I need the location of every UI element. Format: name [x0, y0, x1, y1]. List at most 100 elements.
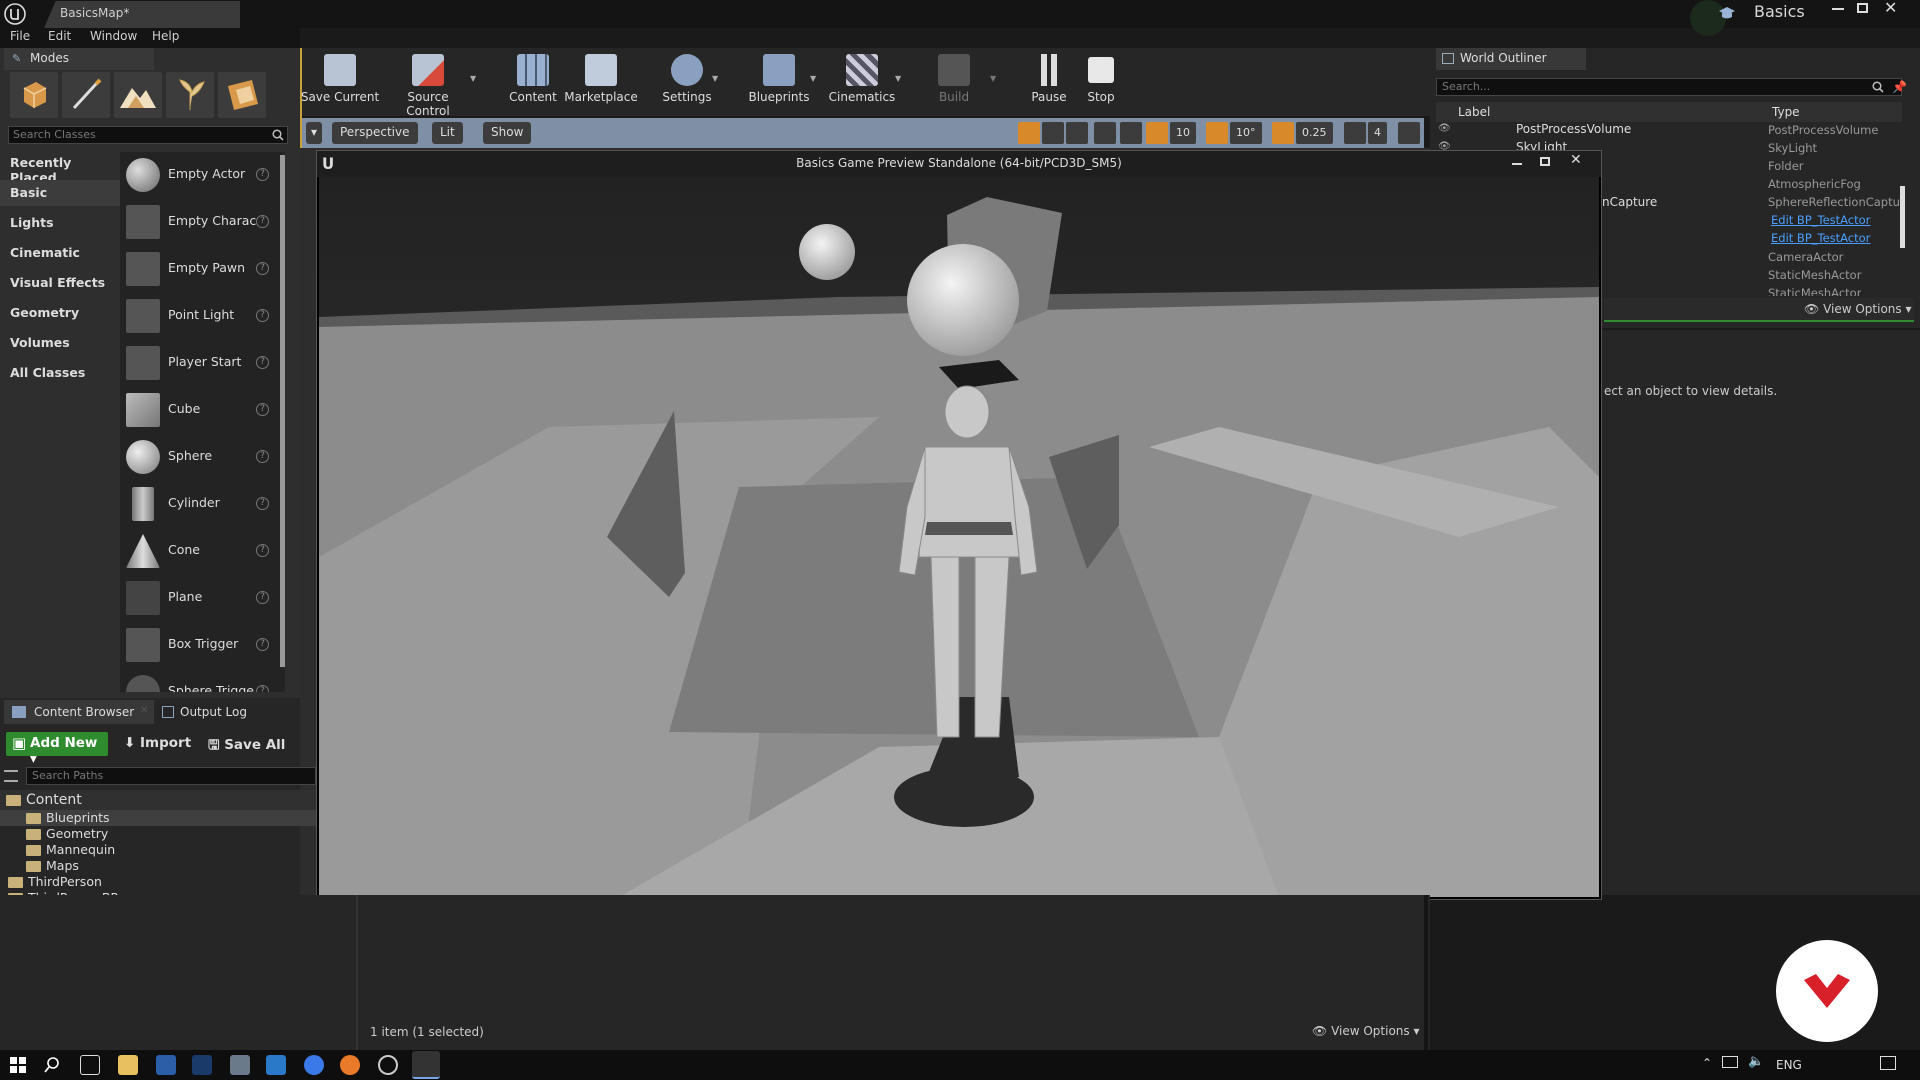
outliner-view-options-button[interactable]: 👁 View Options ▾ [1804, 302, 1912, 316]
file-explorer-icon[interactable] [118, 1055, 138, 1075]
cinematics-dropdown-icon[interactable]: ▼ [895, 74, 901, 83]
help-icon[interactable]: ? [256, 638, 269, 651]
settings-dropdown-icon[interactable]: ▼ [712, 74, 718, 83]
geometry-edit-mode-icon[interactable] [218, 72, 266, 118]
rotation-snap-value[interactable]: 10° [1230, 122, 1262, 144]
category-geometry[interactable]: Geometry [0, 300, 120, 326]
outliner-row-label[interactable]: nCapture [1602, 195, 1657, 209]
menu-file[interactable]: File [10, 29, 30, 43]
browser-icon[interactable] [340, 1055, 360, 1075]
help-icon[interactable]: ? [256, 309, 269, 322]
content-browser-tab[interactable]: Content Browser [4, 700, 154, 724]
lit-button[interactable]: Lit [432, 122, 463, 144]
grid-snap-icon[interactable] [1146, 122, 1168, 144]
task-view-icon[interactable] [80, 1055, 100, 1075]
help-icon[interactable]: ? [256, 685, 269, 692]
menu-help[interactable]: Help [152, 29, 179, 43]
volume-icon[interactable]: 🔈 [1748, 1054, 1764, 1069]
tree-folder-mannequin[interactable]: Mannequin [26, 842, 115, 858]
search-icon[interactable] [44, 1055, 64, 1075]
category-cinematic[interactable]: Cinematic [0, 240, 120, 266]
content-area[interactable] [0, 895, 1430, 1050]
network-icon[interactable] [1722, 1056, 1738, 1068]
rotate-tool-icon[interactable] [1042, 122, 1064, 144]
tree-folder-blueprints[interactable]: Blueprints [0, 810, 316, 826]
splitter[interactable] [1424, 895, 1428, 1050]
outliner-scrollbar[interactable] [1900, 186, 1905, 248]
grid-snap-value[interactable]: 10 [1170, 122, 1196, 144]
blueprints-dropdown-icon[interactable]: ▼ [810, 74, 816, 83]
game-preview-maximize-button[interactable] [1540, 157, 1550, 166]
class-item-cylinder[interactable]: Cylinder? [120, 481, 285, 527]
save-all-button[interactable]: 🖫 Save All [208, 735, 285, 758]
output-log-tab[interactable]: Output Log [158, 700, 298, 724]
steam-icon[interactable] [192, 1055, 212, 1075]
minimize-window-button[interactable] [1832, 8, 1844, 10]
edit-bp-testactor-link[interactable]: Edit BP_TestActor [1771, 231, 1870, 245]
splitter[interactable] [356, 895, 358, 1050]
notifications-icon[interactable] [1880, 1056, 1896, 1070]
help-icon[interactable]: ? [256, 450, 269, 463]
paint-mode-icon[interactable] [62, 72, 110, 118]
tree-folder-geometry[interactable]: Geometry [26, 826, 108, 842]
search-paths-input[interactable]: Search Paths [26, 767, 316, 785]
build-button[interactable]: Build [914, 52, 994, 112]
windows-start-icon[interactable] [8, 1055, 28, 1075]
app-icon[interactable] [156, 1055, 176, 1075]
label-column-header[interactable]: Label [1458, 105, 1490, 119]
class-item-sphere[interactable]: Sphere? [120, 434, 285, 480]
tree-root-content[interactable]: Content [6, 792, 82, 808]
language-indicator[interactable]: ENG [1776, 1058, 1802, 1072]
cinematics-button[interactable]: Cinematics [822, 52, 902, 112]
class-list-scrollbar[interactable] [280, 155, 285, 667]
source-control-button[interactable]: Source Control [388, 52, 468, 118]
type-column-header[interactable]: Type [1772, 105, 1800, 119]
scale-snap-value[interactable]: 0.25 [1296, 122, 1333, 144]
translate-tool-icon[interactable] [1018, 122, 1040, 144]
class-item-player-start[interactable]: Player Start? [120, 340, 285, 386]
modes-tab[interactable]: ✎ Modes [4, 48, 154, 70]
class-item-empty-actor[interactable]: Empty Actor? [120, 152, 285, 198]
world-space-icon[interactable] [1094, 122, 1116, 144]
graduation-cap-icon[interactable] [1718, 5, 1736, 21]
marketplace-button[interactable]: Marketplace [561, 52, 641, 112]
help-icon[interactable]: ? [256, 591, 269, 604]
world-outliner-tab[interactable]: World Outliner [1436, 48, 1586, 70]
tree-folder-thirdperson[interactable]: ThirdPerson [8, 874, 102, 890]
tray-chevron-icon[interactable]: ⌃ [1702, 1056, 1712, 1070]
menu-window[interactable]: Window [90, 29, 137, 43]
document-tab[interactable]: BasicsMap* [44, 1, 240, 28]
category-recently-placed[interactable]: Recently Placed [0, 150, 120, 185]
class-item-empty-pawn[interactable]: Empty Pawn? [120, 246, 285, 292]
app-icon[interactable] [230, 1055, 250, 1075]
category-basic[interactable]: Basic [0, 180, 120, 206]
category-visual-effects[interactable]: Visual Effects [0, 270, 120, 296]
category-all-classes[interactable]: All Classes [0, 360, 120, 386]
blueprints-button[interactable]: Blueprints [739, 52, 819, 112]
eye-icon[interactable]: 👁 [1438, 123, 1451, 134]
maximize-viewport-icon[interactable] [1398, 122, 1420, 144]
class-item-cube[interactable]: Cube? [120, 387, 285, 433]
edit-bp-testactor-link[interactable]: Edit BP_TestActor [1771, 213, 1870, 227]
category-lights[interactable]: Lights [0, 210, 120, 236]
game-preview-close-button[interactable]: ✕ [1570, 152, 1582, 168]
class-item-sphere-trigger[interactable]: Sphere Trigge? [120, 669, 285, 692]
help-icon[interactable]: ? [256, 262, 269, 275]
surface-snap-icon[interactable] [1120, 122, 1142, 144]
class-item-point-light[interactable]: Point Light? [120, 293, 285, 339]
game-preview-minimize-button[interactable] [1512, 163, 1522, 165]
class-item-box-trigger[interactable]: Box Trigger? [120, 622, 285, 668]
camera-speed-value[interactable]: 4 [1368, 122, 1387, 144]
class-item-plane[interactable]: Plane? [120, 575, 285, 621]
stop-button[interactable]: Stop [1061, 52, 1141, 112]
place-mode-icon[interactable] [10, 72, 58, 118]
rotation-snap-icon[interactable] [1206, 122, 1228, 144]
unreal-editor-taskbar-icon[interactable] [412, 1051, 440, 1079]
help-icon[interactable]: ? [256, 356, 269, 369]
help-icon[interactable]: ? [256, 497, 269, 510]
add-new-button[interactable]: ▣ Add New ▾ [6, 732, 108, 767]
import-button[interactable]: ⬇ Import [124, 735, 191, 751]
build-dropdown-icon[interactable]: ▼ [990, 74, 996, 83]
pin-icon[interactable]: 📌 [1892, 80, 1907, 94]
outliner-search-input[interactable]: Search... [1436, 78, 1902, 96]
